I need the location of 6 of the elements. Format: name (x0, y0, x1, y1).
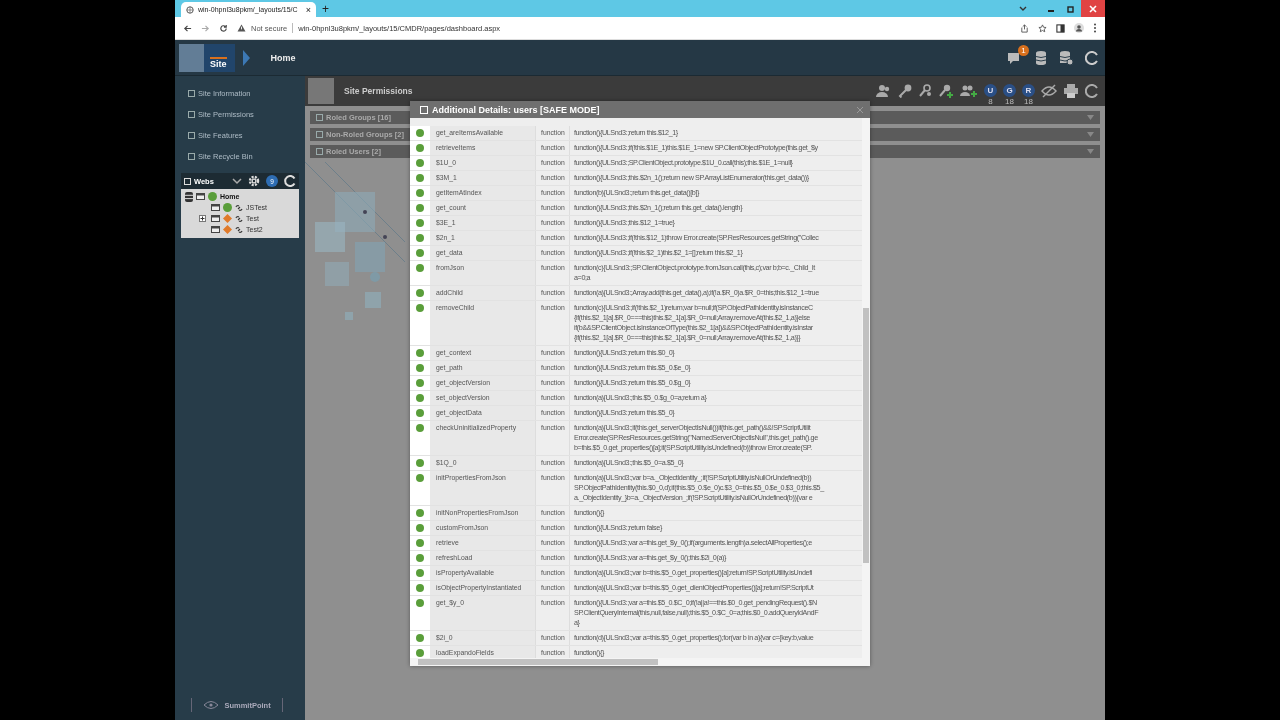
notification-badge: 1 (1018, 44, 1029, 56)
page-title: Site Permissions (344, 86, 413, 96)
role-count: 8 (988, 98, 993, 106)
role-count: 18 (1024, 98, 1033, 106)
dialog-title: Additional Details: users [SAFE MODE] (432, 104, 600, 115)
role-count: 18 (1005, 98, 1014, 106)
